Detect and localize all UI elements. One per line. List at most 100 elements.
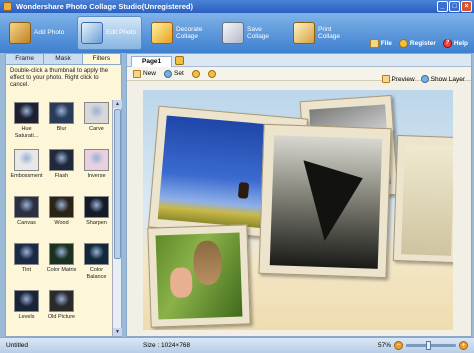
file-menu[interactable]: File	[369, 39, 392, 48]
filter-preview-image	[14, 290, 39, 312]
filter-preview-image	[14, 196, 39, 218]
new-button[interactable]: New	[133, 69, 156, 78]
zoom-control: 57% − +	[378, 341, 468, 350]
status-bar: Untitled Size : 1024×768 57% − +	[0, 337, 474, 353]
filter-label: Color Matrix	[46, 267, 77, 273]
filter-thumbnail[interactable]: Color Matrix	[45, 243, 78, 274]
filter-label: Canvas	[17, 220, 36, 226]
filter-preview-image	[49, 196, 74, 218]
show-layer-button[interactable]: Show Layer	[420, 75, 465, 83]
set-icon	[164, 69, 173, 78]
zoom-slider[interactable]	[406, 341, 456, 350]
main-toolbar: Add Photo Edit Photo Decorate Collage Sa…	[0, 13, 474, 53]
undo-icon	[191, 69, 200, 78]
register-icon	[398, 39, 408, 48]
filter-thumbnail[interactable]: Embossment	[10, 149, 43, 180]
maximize-button[interactable]: □	[449, 1, 460, 12]
filter-thumbnails: Hue Saturati... Blur Carve Embossment Flash I…	[6, 100, 113, 336]
canvas-size: Size : 1024×768	[143, 342, 191, 349]
filter-thumbnail[interactable]: Blur	[45, 102, 78, 133]
photo-frame-right[interactable]	[392, 134, 453, 264]
add-page-icon[interactable]	[175, 55, 185, 65]
right-photo	[401, 144, 453, 256]
filter-thumbnail[interactable]: Canvas	[10, 196, 43, 227]
print-collage-button[interactable]: Print Collage	[290, 16, 355, 50]
scroll-down-icon[interactable]: ▼	[113, 328, 122, 336]
filter-preview-image	[49, 149, 74, 171]
help-link[interactable]: ? Help	[442, 39, 468, 48]
save-icon	[222, 22, 244, 44]
tab-page1[interactable]: Page1	[131, 55, 173, 67]
photo-frame-owl[interactable]	[147, 224, 251, 328]
minimize-button[interactable]: _	[437, 1, 448, 12]
print-icon	[293, 22, 315, 44]
filter-label: Levels	[18, 314, 35, 320]
effects-panel: Frame Mask Filters Double-click a thumbn…	[5, 53, 122, 337]
filter-label: Embossment	[10, 173, 43, 179]
zoom-in-icon[interactable]: +	[459, 341, 468, 350]
filter-label: Flash	[54, 173, 69, 179]
filter-thumbnail[interactable]: Levels	[10, 290, 43, 321]
add-photo-icon	[9, 22, 31, 44]
photo-frame-boat[interactable]	[258, 123, 392, 279]
panel-scrollbar[interactable]: ▲ ▼	[112, 100, 122, 336]
filter-label: Carve	[89, 126, 104, 132]
panel-tabs: Frame Mask Filters	[6, 54, 121, 65]
save-collage-button[interactable]: Save Collage	[219, 16, 284, 50]
undo-button[interactable]	[191, 69, 200, 78]
filter-label: Blur	[56, 126, 67, 132]
zoom-slider-knob[interactable]	[426, 341, 431, 350]
zoom-out-icon[interactable]: −	[394, 341, 403, 350]
app-icon	[3, 2, 12, 11]
window-controls: _ □ ×	[437, 1, 472, 12]
tab-frame[interactable]: Frame	[6, 54, 45, 64]
redo-button[interactable]	[207, 69, 216, 78]
filter-preview-image	[14, 102, 39, 124]
preview-button[interactable]: Preview	[381, 75, 415, 83]
filter-preview-image	[49, 290, 74, 312]
filter-label: Hue Saturati...	[14, 126, 39, 139]
filter-thumbnail[interactable]: Sharpen	[80, 196, 113, 227]
file-name: Untitled	[6, 342, 29, 349]
filter-thumbnail[interactable]: Old Picture	[45, 290, 78, 321]
add-photo-button[interactable]: Add Photo	[6, 16, 71, 50]
scroll-thumb[interactable]	[114, 109, 121, 259]
register-link[interactable]: Register	[398, 39, 436, 48]
filter-preview-image	[84, 196, 109, 218]
filter-thumbnail[interactable]: Flash	[45, 149, 78, 180]
filter-thumbnail[interactable]: Inverse	[80, 149, 113, 180]
scroll-up-icon[interactable]: ▲	[113, 100, 122, 108]
filter-thumbnail[interactable]: Hue Saturati...	[10, 102, 43, 139]
filter-label: Color Balance	[86, 267, 107, 280]
view-tools: Preview Show Layer	[381, 75, 465, 83]
tab-mask[interactable]: Mask	[44, 54, 83, 64]
edit-photo-icon	[81, 22, 103, 44]
filter-label: Tint	[22, 267, 31, 273]
filter-label: Old Picture	[47, 314, 76, 320]
filter-preview-image	[14, 149, 39, 171]
filter-preview-image	[49, 243, 74, 265]
filter-preview-image	[84, 149, 109, 171]
redo-icon	[207, 69, 216, 78]
edit-photo-button[interactable]: Edit Photo	[77, 16, 142, 50]
decorate-icon	[151, 22, 173, 44]
help-icon: ?	[442, 39, 452, 48]
zoom-level: 57%	[377, 342, 391, 349]
person-silhouette	[237, 182, 250, 199]
tab-filters[interactable]: Filters	[82, 54, 121, 64]
filter-preview-image	[84, 102, 109, 124]
panel-hint: Double-click a thumbnail to apply the ef…	[10, 68, 109, 88]
window-title: Wondershare Photo Collage Studio(Unregis…	[16, 2, 193, 11]
filter-thumbnail[interactable]: Tint	[10, 243, 43, 274]
close-button[interactable]: ×	[461, 1, 472, 12]
collage-canvas[interactable]	[143, 90, 453, 330]
filter-thumbnail[interactable]: Wood	[45, 196, 78, 227]
filter-thumbnail[interactable]: Color Balance	[80, 243, 113, 280]
filter-label: Sharpen	[86, 220, 107, 226]
page-tabs: Page1	[127, 54, 471, 67]
owl-figure	[192, 240, 223, 286]
decorate-collage-button[interactable]: Decorate Collage	[148, 16, 213, 50]
layer-icon	[420, 75, 429, 83]
set-button[interactable]: Set	[164, 69, 184, 78]
filter-thumbnail[interactable]: Carve	[80, 102, 113, 133]
